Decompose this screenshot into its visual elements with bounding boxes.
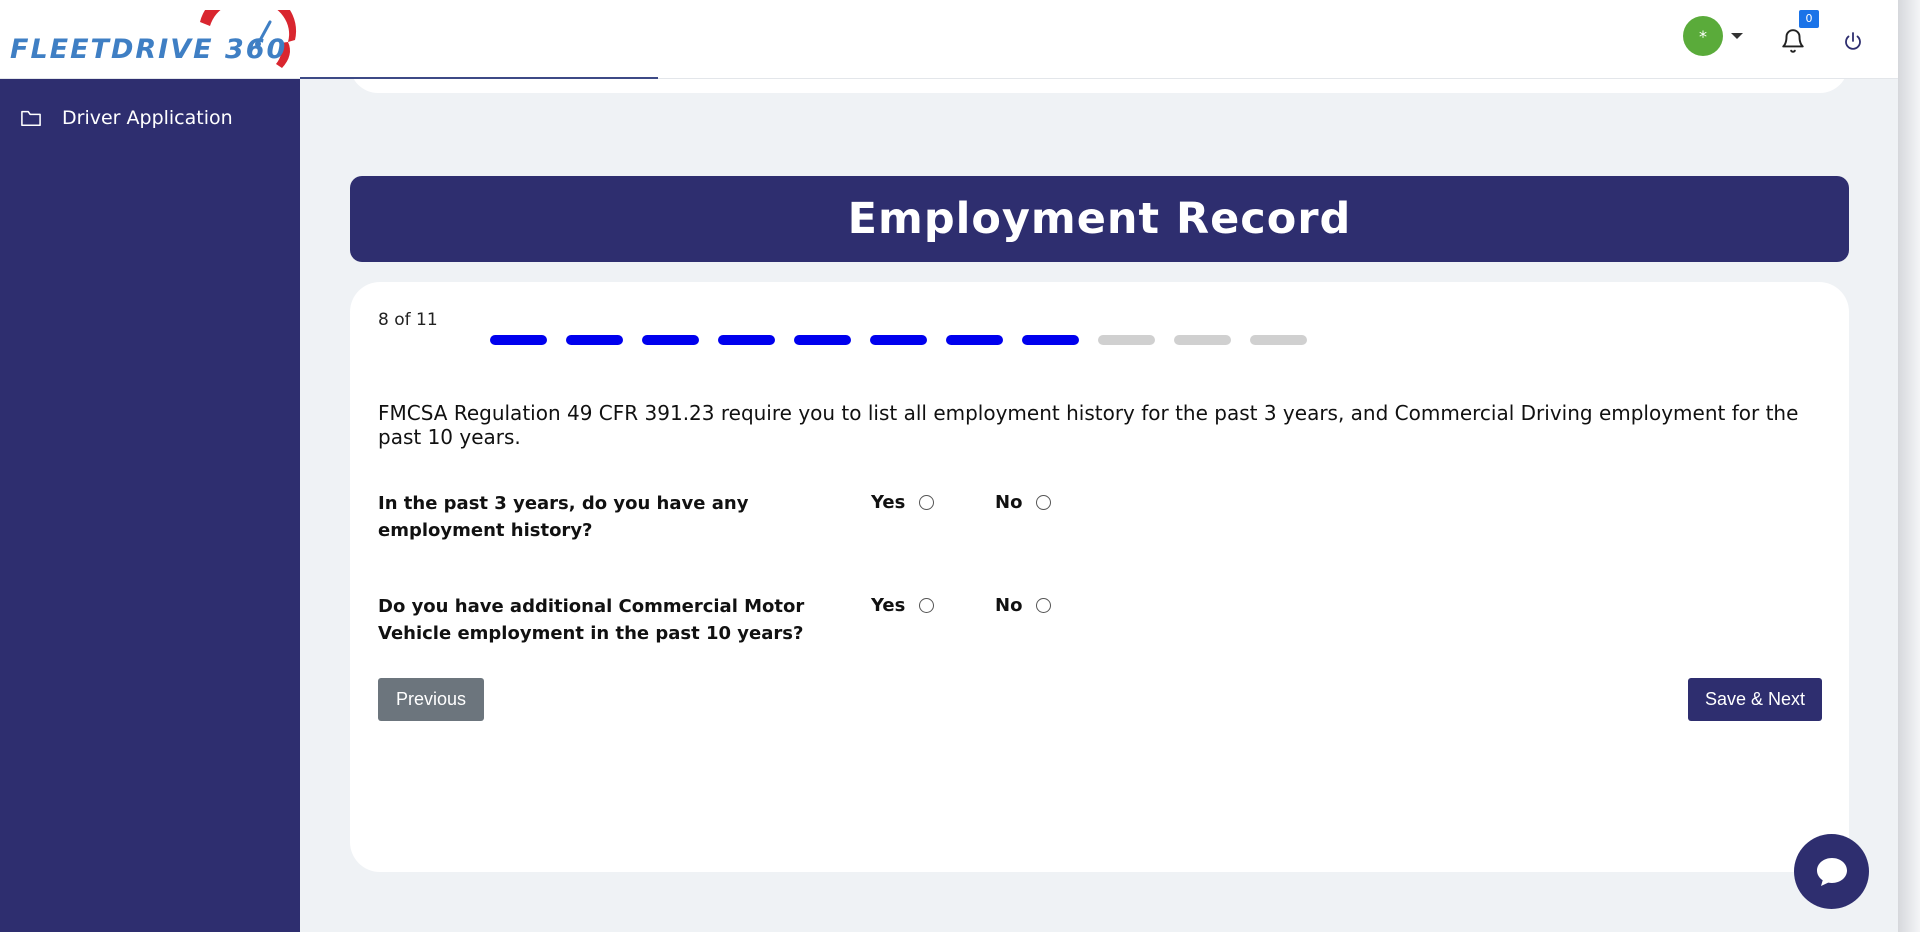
step-indicator [566, 335, 623, 345]
question-employment-history: In the past 3 years, do you have any emp… [378, 493, 749, 541]
sidebar: Driver Application [0, 79, 300, 932]
question-cmv-employment: Do you have additional Commercial Motor … [378, 596, 805, 644]
step-indicator [870, 335, 927, 345]
page-load-progress [300, 77, 658, 79]
step-indicator [490, 335, 547, 345]
option-label: No [995, 492, 1023, 513]
top-bar: FLEETDRIVE 360 * 0 [0, 0, 1898, 79]
option-label: Yes [871, 492, 906, 513]
step-indicator [794, 335, 851, 345]
notification-count-badge: 0 [1799, 10, 1819, 28]
power-icon[interactable] [1841, 30, 1865, 54]
page-title-banner: Employment Record [350, 176, 1849, 262]
step-progress [490, 335, 1326, 345]
step-indicator [946, 335, 1003, 345]
radio-no[interactable] [1036, 495, 1052, 510]
option-label: Yes [871, 595, 906, 616]
previous-button[interactable]: Previous [378, 678, 484, 721]
folder-icon [21, 110, 41, 127]
step-indicator [718, 335, 775, 345]
save-next-button[interactable]: Save & Next [1688, 678, 1822, 721]
chevron-down-icon[interactable] [1731, 33, 1743, 39]
step-indicator [1174, 335, 1231, 345]
option-no-cmv-employment[interactable]: No [995, 595, 1052, 616]
chat-bubble-icon [1816, 857, 1847, 886]
bell-icon[interactable] [1780, 28, 1806, 54]
step-counter: 8 of 11 [378, 310, 438, 330]
radio-yes[interactable] [919, 598, 935, 613]
page-title: Employment Record [847, 194, 1352, 244]
sidebar-item-driver-application[interactable]: Driver Application [20, 103, 233, 133]
fleetdrive-logo[interactable]: FLEETDRIVE 360 [10, 10, 300, 70]
chat-widget-button[interactable] [1794, 834, 1869, 909]
radio-yes[interactable] [919, 495, 935, 510]
step-indicator [1022, 335, 1079, 345]
option-yes-cmv-employment[interactable]: Yes [871, 595, 935, 616]
scrollbar-gutter [1898, 0, 1920, 932]
step-indicator [642, 335, 699, 345]
avatar-symbol: * [1699, 26, 1707, 46]
sidebar-item-label: Driver Application [62, 107, 233, 129]
form-card: 8 of 11 FMCSA Regulation 49 CFR 391.23 r… [350, 282, 1849, 872]
radio-no[interactable] [1036, 598, 1052, 613]
user-avatar[interactable]: * [1683, 16, 1723, 56]
option-no-employment-history[interactable]: No [995, 492, 1052, 513]
regulation-notice: FMCSA Regulation 49 CFR 391.23 require y… [378, 401, 1799, 449]
option-label: No [995, 595, 1023, 616]
logo-wordmark: FLEETDRIVE 360 [10, 34, 288, 65]
step-indicator [1098, 335, 1155, 345]
option-yes-employment-history[interactable]: Yes [871, 492, 935, 513]
step-indicator [1250, 335, 1307, 345]
